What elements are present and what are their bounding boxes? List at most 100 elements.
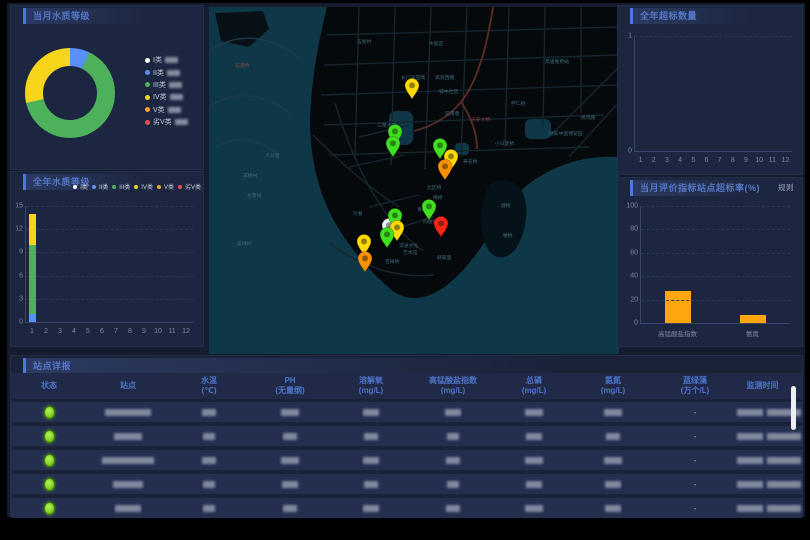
rate-bar-permanganate	[665, 291, 691, 323]
redacted-cell	[525, 505, 543, 512]
redacted-cell	[767, 433, 801, 440]
redacted-cell	[737, 505, 763, 512]
table-row[interactable]: -	[11, 402, 802, 422]
redacted-cell	[446, 505, 460, 512]
col-tp: 总磷	[495, 376, 573, 386]
map-label: 感知中国博览园	[549, 130, 583, 137]
x-tick-label: 12	[779, 157, 792, 164]
redacted-cell	[767, 481, 801, 488]
legend-label: I类	[80, 182, 88, 191]
map-label: 艺术馆	[403, 249, 418, 256]
redacted-cell	[737, 457, 763, 464]
panel-exceed-rate-title-text: 当月评价指标站点超标率(%)	[640, 183, 760, 193]
status-dot	[44, 430, 55, 443]
redacted-cell	[363, 457, 379, 464]
table-header: 状态 站点 水温(℃) PH(无量纲) 溶解氧(mg/L) 高锰酸盐指数(mg/…	[11, 373, 802, 399]
stacked-bar-month-1	[29, 206, 36, 322]
table-row[interactable]: -	[11, 450, 802, 470]
algae-cell: -	[653, 402, 737, 422]
panel-exceed-rate: 当月评价指标站点超标率(%) 规则 100806040200 高锰酸盐指数 氨氮	[617, 177, 803, 347]
legend-dot	[157, 185, 161, 189]
redacted-value	[169, 82, 182, 88]
legend-label: IV类	[153, 92, 167, 102]
redacted-cell	[447, 481, 459, 488]
map-label: 高速路费站	[545, 58, 569, 65]
redacted-cell	[114, 433, 142, 440]
map[interactable]: 石浦桥五星村中吴区高速路费站机场路怀仁桥长门溪亚隅科嘉堡高浪西路三南大学城中社区…	[209, 7, 619, 354]
x-tick-label: 12	[179, 328, 193, 335]
table-row[interactable]: -	[11, 498, 802, 518]
rate-bar-label: 高锰酸盐指数	[658, 328, 697, 338]
col-do: 溶解氧	[331, 376, 411, 386]
legend-item: IV类	[145, 91, 188, 103]
y-tick-label: 3	[19, 295, 26, 302]
redacted-cell	[447, 433, 459, 440]
table-row[interactable]: -	[11, 474, 802, 494]
redacted-cell	[604, 409, 622, 416]
redacted-cell	[605, 481, 621, 488]
redacted-cell	[203, 481, 215, 488]
map-label: 吴绿村	[237, 240, 252, 247]
legend-item: I类	[145, 54, 188, 66]
redacted-cell	[105, 409, 151, 416]
map-label: 怀仁桥	[511, 100, 526, 107]
rate-bar-label: 氨氮	[746, 328, 759, 338]
dashboard-root: 当月水质等级 I类 II类 III类 IV类 V类 劣V类 全年水质等级 I类 …	[0, 0, 810, 540]
redacted-cell	[282, 481, 298, 488]
x-tick-label: 3	[660, 157, 673, 164]
gridline	[641, 253, 790, 254]
gridline	[641, 276, 790, 277]
map-label: 羊桥村	[243, 172, 258, 179]
map-label: 流通文化	[399, 242, 418, 249]
rules-link[interactable]: 规则	[778, 180, 794, 196]
y-tick-label: 15	[15, 203, 26, 210]
y-tick-label: 6	[19, 272, 26, 279]
map-canvas: 石浦桥五星村中吴区高速路费站机场路怀仁桥长门溪亚隅科嘉堡高浪西路三南大学城中社区…	[209, 7, 619, 354]
legend-label: V类	[153, 105, 165, 115]
x-tick-label: 4	[674, 157, 687, 164]
redacted-cell	[445, 409, 461, 416]
x-tick-label: 8	[123, 328, 137, 335]
gridline	[26, 299, 193, 300]
legend-dot	[145, 70, 150, 75]
redacted-cell	[203, 505, 215, 512]
legend-label: IV类	[141, 182, 153, 191]
x-tick-label: 2	[647, 157, 660, 164]
redacted-value	[167, 70, 180, 76]
y-tick-label: 12	[15, 226, 26, 233]
rate-bar-chart: 100806040200	[640, 206, 790, 324]
redacted-cell	[102, 457, 154, 464]
redacted-cell	[606, 433, 620, 440]
algae-cell: -	[653, 474, 737, 494]
dashboard-background: 当月水质等级 I类 II类 III类 IV类 V类 劣V类 全年水质等级 I类 …	[7, 3, 805, 517]
map-label: 塘桥	[501, 202, 511, 209]
x-tick-label: 11	[766, 157, 779, 164]
legend-dot	[134, 185, 138, 189]
table-row[interactable]: -	[11, 426, 802, 446]
bar-segment-II类	[29, 314, 36, 322]
legend-label: V类	[164, 182, 174, 191]
time-cell	[737, 474, 801, 494]
donut-legend: I类 II类 III类 IV类 V类 劣V类	[145, 54, 188, 128]
map-label: 大马里	[265, 152, 280, 159]
x-tick-label: 9	[137, 328, 151, 335]
redacted-cell	[281, 409, 299, 416]
redacted-value	[168, 107, 181, 113]
y-tick-label: 0	[19, 319, 26, 326]
redacted-value	[165, 57, 178, 63]
x-tick-label: 4	[67, 328, 81, 335]
table-scrollbar[interactable]	[791, 386, 796, 430]
gridline	[26, 252, 193, 253]
legend-item: 劣V类	[145, 116, 188, 128]
redacted-cell	[737, 409, 763, 416]
y-tick-label: 0	[628, 148, 635, 155]
redacted-cell	[364, 481, 378, 488]
algae-cell: -	[653, 498, 737, 518]
panel-month-grade: 当月水质等级 I类 II类 III类 IV类 V类 劣V类	[10, 5, 204, 170]
y-tick-label: 100	[626, 203, 641, 210]
gridline	[641, 206, 790, 207]
x-tick-label: 5	[687, 157, 700, 164]
map-label: 小日定桥	[495, 140, 514, 147]
annual-bar-chart: 15129630	[25, 206, 193, 323]
x-tick-label: 3	[53, 328, 67, 335]
